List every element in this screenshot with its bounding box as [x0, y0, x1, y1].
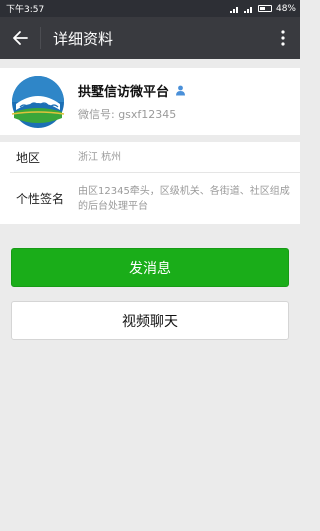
avatar[interactable]: [10, 73, 66, 130]
details-card: 地区 浙江 杭州 个性签名 由区12345牵头，区级机关、各街道、社区组成的后台…: [0, 142, 300, 224]
contact-person-icon: [176, 85, 186, 96]
wechat-id: 微信号: gsxf12345: [78, 108, 177, 121]
video-chat-button[interactable]: 视频聊天: [11, 301, 289, 340]
signal-icon: [243, 6, 252, 13]
region-value: 浙江 杭州: [78, 151, 122, 163]
profile-card[interactable]: 拱墅信访微平台 微信号: gsxf12345: [0, 68, 300, 135]
title-bar: 详细资料: [0, 17, 300, 59]
signature-value: 由区12345牵头，区级机关、各街道、社区组成的后台处理平台: [78, 185, 290, 212]
signature-row: 个性签名 由区12345牵头，区级机关、各街道、社区组成的后台处理平台: [0, 173, 300, 224]
profile-info: 拱墅信访微平台 微信号: gsxf12345: [78, 81, 186, 122]
region-row: 地区 浙江 杭州: [0, 142, 300, 172]
battery-icon: [257, 5, 272, 12]
page-title: 详细资料: [53, 29, 114, 48]
region-label: 地区: [16, 150, 41, 165]
battery-percent: 48%: [275, 3, 296, 14]
more-button[interactable]: [266, 17, 300, 59]
back-button[interactable]: [0, 17, 40, 59]
signature-label: 个性签名: [16, 192, 65, 206]
account-name: 拱墅信访微平台: [78, 85, 170, 100]
status-indicators: 48%: [229, 3, 296, 14]
status-time: 下午3:57: [6, 5, 45, 15]
more-vertical-icon: [281, 30, 285, 46]
send-message-button[interactable]: 发消息: [11, 248, 289, 287]
back-arrow-icon: [13, 31, 28, 45]
avatar-logo-image: [10, 73, 66, 130]
title-divider: [40, 27, 41, 49]
name-line: 拱墅信访微平台: [78, 81, 186, 100]
signal-icon: [229, 6, 238, 13]
status-bar: 下午3:57 48%: [0, 0, 300, 17]
